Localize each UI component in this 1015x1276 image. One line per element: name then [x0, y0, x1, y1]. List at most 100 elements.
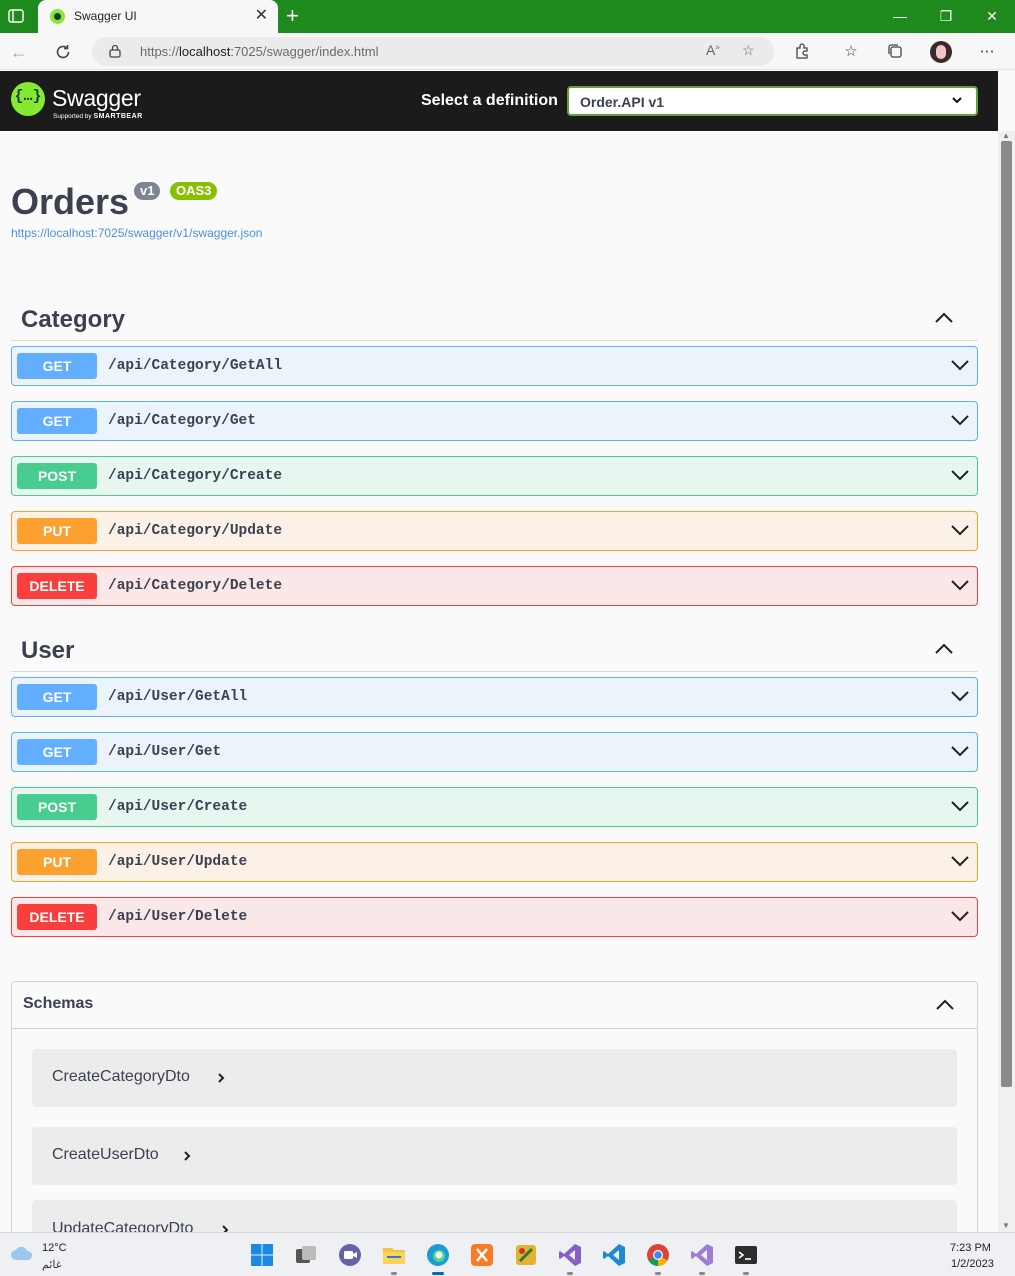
method-badge: POST: [17, 463, 97, 489]
add-favorite-icon[interactable]: ☆: [742, 42, 755, 59]
method-badge: GET: [17, 739, 97, 765]
scroll-thumb[interactable]: [1001, 141, 1012, 1087]
method-badge: POST: [17, 794, 97, 820]
tag-title: User: [21, 637, 75, 664]
url-host: localhost: [179, 44, 231, 59]
chevron-down-icon[interactable]: [950, 358, 970, 377]
visual-studio-icon[interactable]: [558, 1243, 582, 1275]
terminal-icon[interactable]: [734, 1243, 758, 1275]
chevron-down-icon[interactable]: [950, 799, 970, 818]
tag-header-category[interactable]: Category: [11, 294, 978, 341]
file-explorer-icon[interactable]: [382, 1243, 406, 1275]
swagger-topbar: {…} Swagger Supported by SMARTBEAR Selec…: [0, 71, 998, 131]
weather-temperature[interactable]: 12°C: [42, 1242, 67, 1254]
address-toolbar: ← https://localhost:7025/swagger/index.h…: [0, 33, 1015, 70]
schemas-header[interactable]: Schemas: [12, 982, 977, 1029]
chevron-down-icon[interactable]: [950, 413, 970, 432]
tab-close-icon[interactable]: ✕: [255, 7, 268, 25]
page-scrollbar[interactable]: ▲ ▼: [998, 131, 1015, 1232]
method-badge: DELETE: [17, 904, 97, 930]
extensions-icon[interactable]: [792, 42, 812, 62]
tab-actions-icon[interactable]: [6, 6, 26, 26]
chevron-down-icon[interactable]: [950, 578, 970, 597]
edge-icon[interactable]: [426, 1243, 450, 1275]
operation-get-user-getall[interactable]: GET /api/User/GetAll: [11, 677, 978, 717]
method-badge: PUT: [17, 849, 97, 875]
chevron-up-icon[interactable]: [934, 310, 954, 329]
chevron-down-icon[interactable]: [950, 854, 970, 873]
chrome-icon[interactable]: [646, 1243, 670, 1275]
minimize-button[interactable]: —: [877, 0, 923, 33]
chevron-down-icon[interactable]: [950, 468, 970, 487]
operation-delete-category-delete[interactable]: DELETE /api/Category/Delete: [11, 566, 978, 606]
close-window-button[interactable]: ✕: [969, 0, 1015, 33]
definition-selected-value: Order.API v1: [580, 94, 665, 110]
chevron-up-icon[interactable]: [934, 641, 954, 660]
start-icon[interactable]: [250, 1243, 274, 1267]
vscode-icon[interactable]: [602, 1243, 626, 1267]
swagger-logo-text[interactable]: Swagger: [52, 85, 141, 112]
xampp-icon[interactable]: [470, 1243, 494, 1267]
chevron-down-icon: [950, 93, 964, 112]
api-title: Orders: [11, 181, 130, 222]
chevron-down-icon[interactable]: [950, 689, 970, 708]
schema-item[interactable]: CreateUserDto: [32, 1127, 957, 1185]
operation-put-category-update[interactable]: PUT /api/Category/Update: [11, 511, 978, 551]
operation-path: /api/Category/Delete: [108, 578, 283, 594]
operation-post-user-create[interactable]: POST /api/User/Create: [11, 787, 978, 827]
schema-name: CreateUserDto: [52, 1146, 159, 1163]
operation-get-category-get[interactable]: GET /api/Category/Get: [11, 401, 978, 441]
collections-icon[interactable]: [885, 42, 905, 62]
weather-condition[interactable]: غائم: [42, 1258, 62, 1271]
profile-avatar[interactable]: [930, 41, 952, 63]
operation-get-user-get[interactable]: GET /api/User/Get: [11, 732, 978, 772]
definition-select[interactable]: Order.API v1: [567, 86, 978, 116]
method-badge: DELETE: [17, 573, 97, 599]
teams-icon[interactable]: [338, 1243, 362, 1267]
clock-date[interactable]: 1/2/2023: [951, 1258, 994, 1270]
method-badge: GET: [17, 353, 97, 379]
tag-header-user[interactable]: User: [11, 625, 978, 672]
more-menu-icon[interactable]: ⋯: [977, 42, 997, 62]
operation-path: /api/User/GetAll: [108, 689, 248, 705]
tab-title: Swagger UI: [74, 9, 137, 23]
favorites-icon[interactable]: ☆: [841, 42, 861, 62]
operation-put-user-update[interactable]: PUT /api/User/Update: [11, 842, 978, 882]
spec-json-link[interactable]: https://localhost:7025/swagger/v1/swagge…: [11, 226, 262, 240]
back-button[interactable]: ←: [6, 39, 32, 65]
schema-item[interactable]: CreateCategoryDto: [32, 1049, 957, 1107]
tool-icon[interactable]: [514, 1243, 538, 1267]
lock-icon[interactable]: [109, 44, 121, 58]
url-text[interactable]: https://localhost:7025/swagger/index.htm…: [140, 44, 379, 59]
operation-get-category-getall[interactable]: GET /api/Category/GetAll: [11, 346, 978, 386]
operation-delete-user-delete[interactable]: DELETE /api/User/Delete: [11, 897, 978, 937]
read-aloud-icon[interactable]: A»: [706, 42, 720, 58]
chevron-right-icon[interactable]: [216, 1071, 226, 1089]
method-badge: GET: [17, 408, 97, 434]
supported-by-text: Supported by: [53, 113, 92, 120]
new-tab-button[interactable]: +: [286, 4, 299, 28]
scroll-up-icon[interactable]: ▲: [1002, 131, 1010, 140]
task-view-icon[interactable]: [294, 1243, 318, 1267]
chevron-down-icon[interactable]: [950, 523, 970, 542]
clock-time[interactable]: 7:23 PM: [950, 1242, 991, 1254]
chevron-up-icon[interactable]: [935, 997, 955, 1016]
operation-post-category-create[interactable]: POST /api/Category/Create: [11, 456, 978, 496]
method-badge: PUT: [17, 518, 97, 544]
swagger-logo-icon[interactable]: {…}: [11, 82, 45, 116]
chevron-down-icon[interactable]: [950, 744, 970, 763]
cloud-icon[interactable]: [10, 1245, 34, 1261]
chevron-right-icon[interactable]: [182, 1149, 192, 1167]
schemas-section: Schemas CreateCategoryDto CreateUserDto …: [11, 981, 978, 1241]
chevron-down-icon[interactable]: [950, 909, 970, 928]
refresh-button[interactable]: [50, 39, 76, 65]
visual-studio-preview-icon[interactable]: [690, 1243, 714, 1275]
tag-title: Category: [21, 306, 126, 333]
schema-name: CreateCategoryDto: [52, 1068, 190, 1085]
operation-path: /api/Category/Update: [108, 523, 283, 539]
scroll-down-icon[interactable]: ▼: [1002, 1221, 1010, 1230]
address-bar[interactable]: https://localhost:7025/swagger/index.htm…: [92, 37, 774, 66]
maximize-button[interactable]: ❐: [923, 0, 969, 33]
operation-path: /api/User/Update: [108, 854, 248, 870]
browser-tab[interactable]: Swagger UI ✕: [38, 0, 278, 33]
